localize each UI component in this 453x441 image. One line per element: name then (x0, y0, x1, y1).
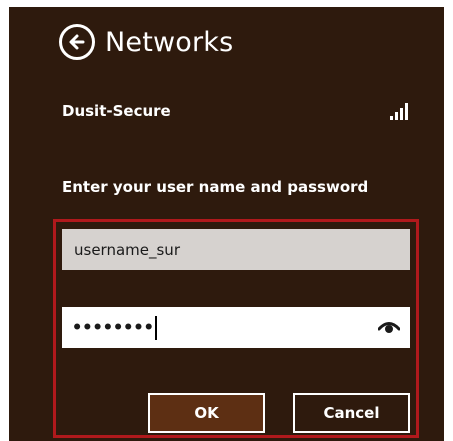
show-password-eye-icon[interactable] (378, 319, 400, 335)
network-name: Dusit-Secure (62, 102, 171, 120)
cancel-button[interactable]: Cancel (293, 393, 410, 433)
ok-button[interactable]: OK (148, 393, 265, 433)
back-arrow-circle-icon (69, 34, 85, 50)
signal-bar (390, 116, 393, 120)
page-title: Networks (105, 26, 234, 58)
password-field[interactable]: •••••••• (62, 307, 410, 348)
signal-bar (395, 112, 398, 120)
username-value: username_sur (74, 240, 180, 259)
credentials-prompt: Enter your user name and password (62, 178, 369, 196)
username-field[interactable]: username_sur (62, 229, 410, 270)
panel-header: Networks (59, 22, 233, 62)
screenshot-frame: Networks Dusit-Secure Enter your user na… (0, 0, 453, 441)
password-value: •••••••• (72, 317, 154, 338)
signal-strength-icon (390, 102, 408, 120)
signal-bar (400, 108, 403, 120)
network-item[interactable]: Dusit-Secure (62, 100, 410, 122)
signal-bar (405, 103, 408, 120)
text-caret (154, 315, 157, 340)
back-button[interactable] (59, 24, 95, 60)
